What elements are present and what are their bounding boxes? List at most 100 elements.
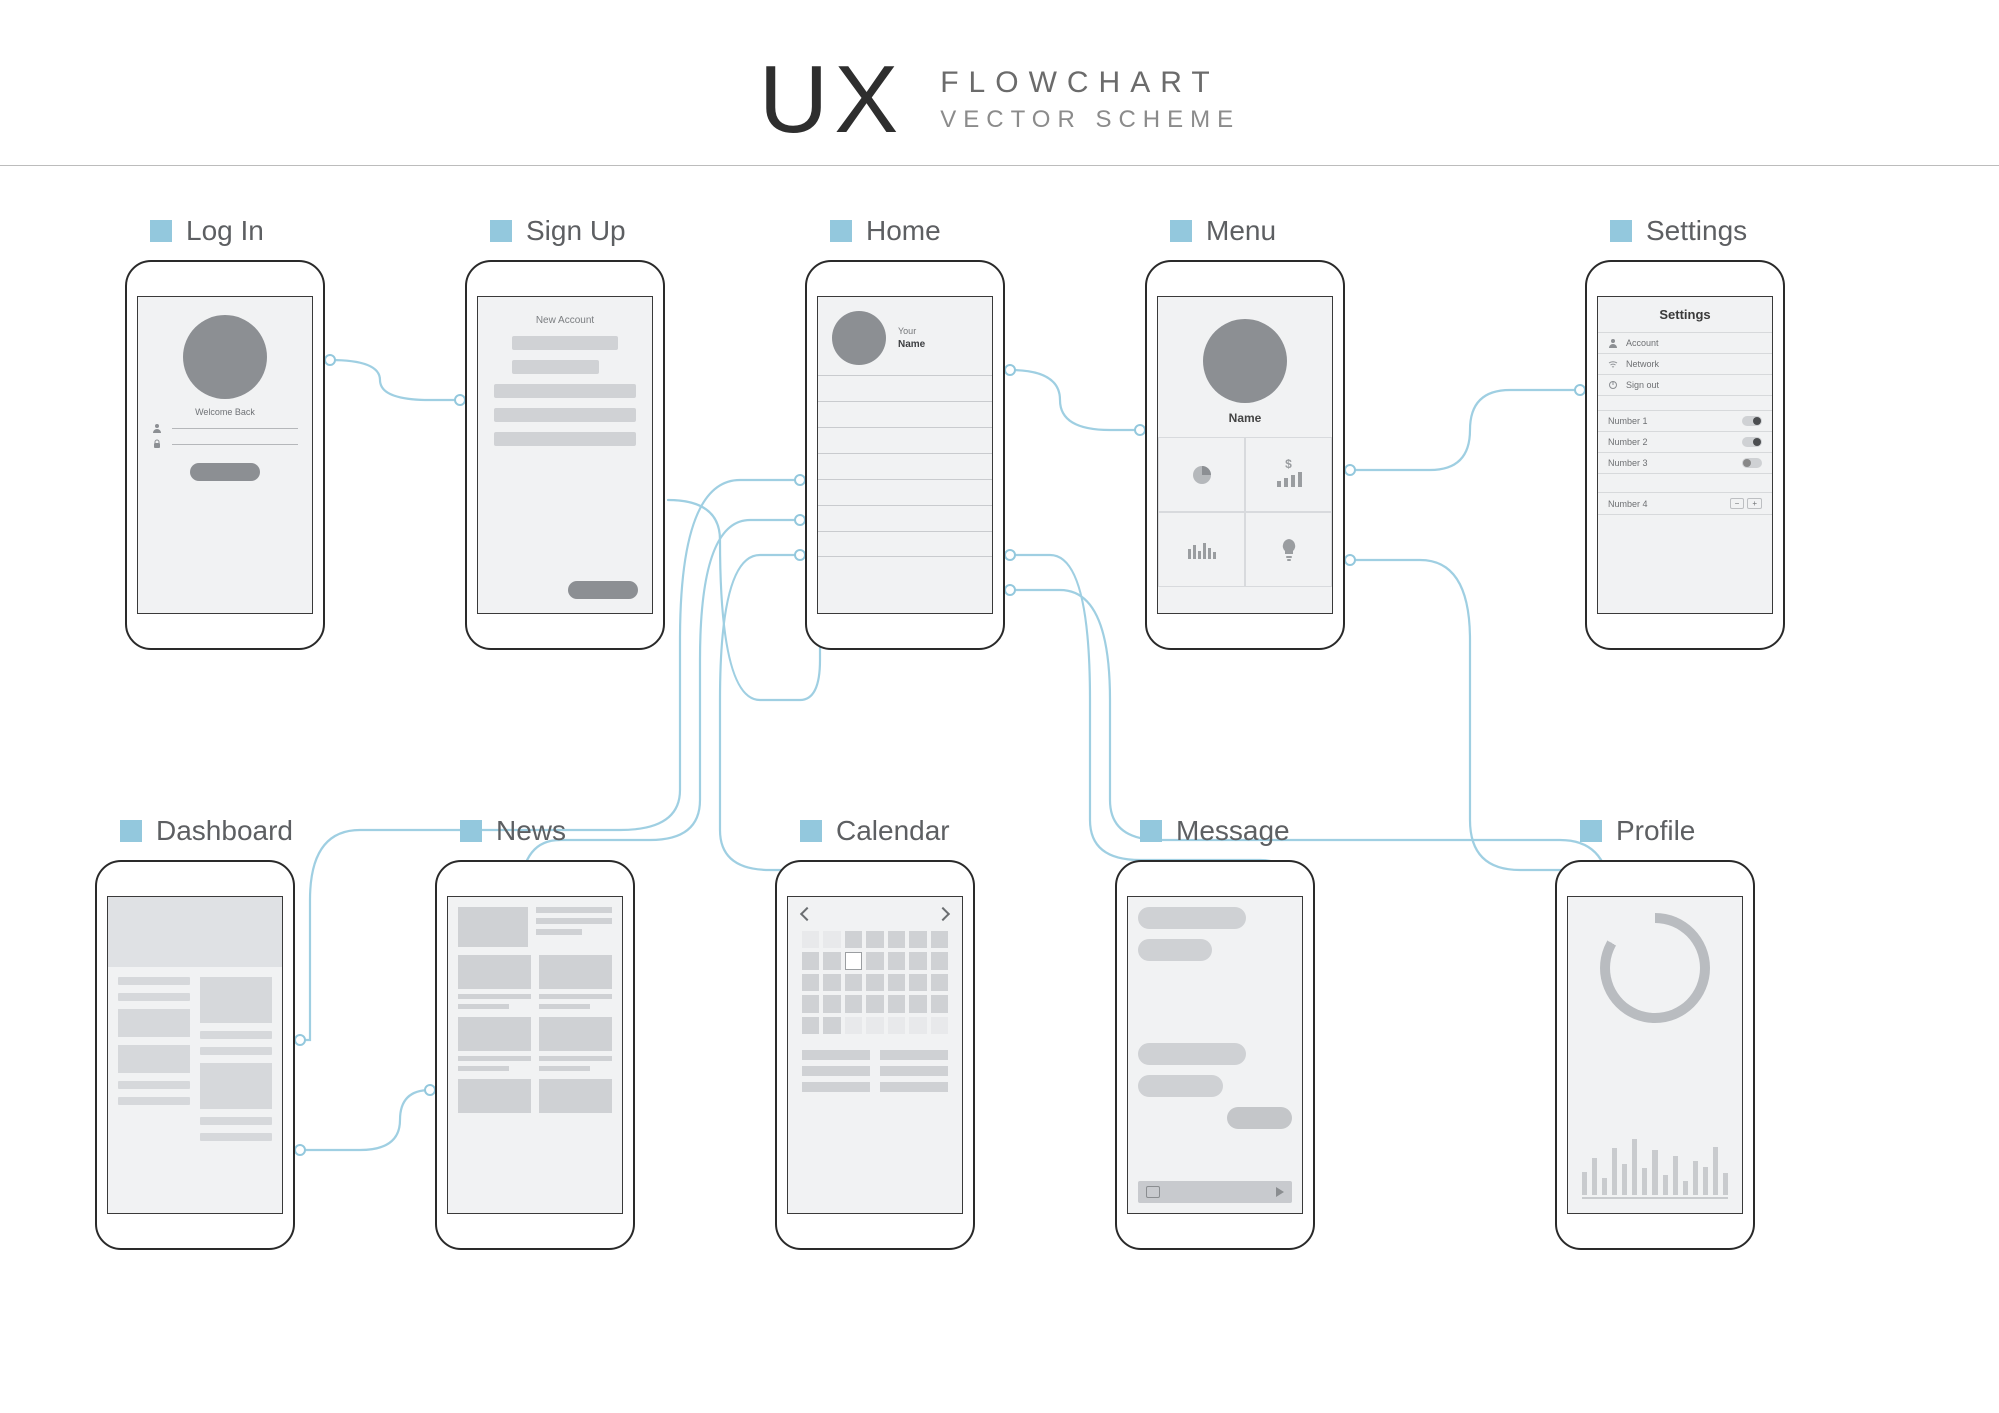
label-message: Message — [1140, 815, 1290, 847]
settings-toggle-3[interactable]: Number 3 — [1598, 453, 1772, 474]
settings-link-account[interactable]: Account — [1598, 332, 1772, 354]
menu-tile-revenue[interactable]: $ — [1245, 437, 1332, 512]
news-item[interactable] — [458, 1017, 531, 1071]
bullet-icon — [800, 820, 822, 842]
label-home: Home — [830, 215, 941, 247]
screen-menu: Name $ — [1157, 296, 1333, 614]
news-item[interactable] — [539, 1079, 612, 1113]
signup-field-1[interactable] — [512, 336, 618, 350]
text-line — [200, 1133, 272, 1141]
bullet-icon — [120, 820, 142, 842]
home-your: Your — [898, 326, 925, 336]
screen-profile — [1567, 896, 1743, 1214]
bars-icon — [1187, 541, 1217, 559]
screen-calendar — [787, 896, 963, 1214]
login-button[interactable] — [190, 463, 260, 481]
bar — [1632, 1139, 1637, 1195]
avatar-icon — [832, 311, 886, 365]
card[interactable] — [118, 1045, 190, 1073]
bar — [1642, 1168, 1647, 1195]
settings-title: Settings — [1598, 307, 1772, 322]
phone-dashboard — [95, 860, 295, 1250]
phone-signup: New Account — [465, 260, 665, 650]
bar — [1703, 1167, 1708, 1195]
list-item[interactable] — [818, 427, 992, 453]
bullet-icon — [830, 220, 852, 242]
text-line — [200, 1031, 272, 1039]
news-item[interactable] — [539, 955, 612, 1009]
username-field[interactable] — [152, 423, 298, 433]
menu-name: Name — [1158, 411, 1332, 425]
menu-tile-stats[interactable] — [1158, 512, 1245, 587]
phone-settings: Settings Account Network Sign out Number… — [1585, 260, 1785, 650]
lightbulb-icon — [1279, 538, 1299, 562]
header-title: FLOWCHART — [940, 66, 1240, 100]
screen-login: Welcome Back — [137, 296, 313, 614]
header-subtitle: VECTOR SCHEME — [940, 106, 1240, 134]
screen-settings: Settings Account Network Sign out Number… — [1597, 296, 1773, 614]
news-item[interactable] — [539, 1017, 612, 1071]
menu-tile-ideas[interactable] — [1245, 512, 1332, 587]
list-item[interactable] — [818, 479, 992, 505]
settings-link-signout[interactable]: Sign out — [1598, 375, 1772, 396]
bar — [1693, 1161, 1698, 1195]
bullet-icon — [150, 220, 172, 242]
bar-growth-icon — [1275, 471, 1303, 487]
text-line — [118, 1097, 190, 1105]
menu-tile-analytics[interactable] — [1158, 437, 1245, 512]
signup-field-2[interactable] — [494, 384, 636, 398]
bullet-icon — [460, 820, 482, 842]
text-line — [118, 1081, 190, 1089]
bullet-icon — [1610, 220, 1632, 242]
settings-toggle-2[interactable]: Number 2 — [1598, 432, 1772, 453]
bar — [1663, 1175, 1668, 1195]
chevron-left-icon[interactable] — [800, 907, 814, 921]
label-login: Log In — [150, 215, 264, 247]
password-field[interactable] — [152, 439, 298, 449]
toggle-icon[interactable] — [1742, 458, 1762, 468]
toggle-icon[interactable] — [1742, 416, 1762, 426]
card[interactable] — [200, 1063, 272, 1109]
text-line — [118, 977, 190, 985]
message-bubble — [1227, 1107, 1292, 1129]
send-icon[interactable] — [1276, 1187, 1284, 1197]
bar — [1673, 1156, 1678, 1195]
settings-toggle-1[interactable]: Number 1 — [1598, 410, 1772, 432]
message-input[interactable] — [1138, 1181, 1292, 1203]
list-item[interactable] — [818, 401, 992, 427]
toggle-icon[interactable] — [1742, 437, 1762, 447]
stepper-control[interactable]: −+ — [1730, 498, 1762, 509]
news-item[interactable] — [458, 1079, 531, 1113]
bar — [1683, 1181, 1688, 1195]
text-line — [200, 1117, 272, 1125]
signup-field-1b[interactable] — [512, 360, 599, 374]
text-line — [118, 993, 190, 1001]
news-item[interactable] — [458, 955, 531, 1009]
signup-field-3[interactable] — [494, 408, 636, 422]
message-bubble — [1138, 1043, 1246, 1065]
phone-news — [435, 860, 635, 1250]
image-icon[interactable] — [1146, 1186, 1160, 1198]
label-calendar: Calendar — [800, 815, 950, 847]
card[interactable] — [118, 1009, 190, 1037]
thumbnail[interactable] — [458, 907, 528, 947]
screen-message — [1127, 896, 1303, 1214]
list-item[interactable] — [818, 375, 992, 401]
bullet-icon — [490, 220, 512, 242]
home-name: Name — [898, 339, 925, 350]
settings-stepper[interactable]: Number 4 −+ — [1598, 492, 1772, 515]
bar — [1723, 1173, 1728, 1195]
list-item[interactable] — [818, 453, 992, 479]
list-item[interactable] — [818, 505, 992, 531]
signup-field-4[interactable] — [494, 432, 636, 446]
screen-signup: New Account — [477, 296, 653, 614]
chevron-right-icon[interactable] — [936, 907, 950, 921]
user-icon — [152, 423, 162, 433]
settings-link-network[interactable]: Network — [1598, 354, 1772, 375]
calendar-grid[interactable] — [802, 931, 948, 1034]
bar — [1602, 1178, 1607, 1195]
signup-submit-button[interactable] — [568, 581, 638, 599]
card[interactable] — [200, 977, 272, 1023]
list-item[interactable] — [818, 531, 992, 557]
wifi-icon — [1608, 359, 1618, 369]
